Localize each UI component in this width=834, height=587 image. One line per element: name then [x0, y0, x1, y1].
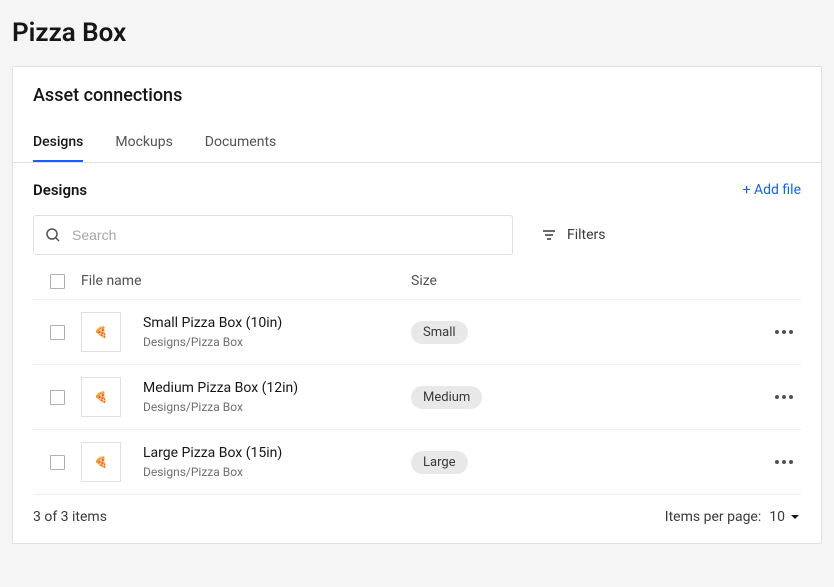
file-path: Designs/Pizza Box: [143, 465, 282, 479]
tab-designs[interactable]: Designs: [33, 124, 83, 162]
search-wrap: [33, 215, 513, 255]
header-size: Size: [411, 273, 671, 289]
add-file-button[interactable]: + Add file: [743, 182, 801, 198]
file-name: Large Pizza Box (15in): [143, 445, 282, 461]
toolbar: Filters: [33, 215, 801, 255]
per-page-control: Items per page: 10: [665, 509, 801, 525]
card-title: Asset connections: [13, 85, 821, 110]
table-header: File name Size: [33, 263, 801, 300]
designs-table: File name Size 🍕 Small Pizza Box (10in) …: [33, 263, 801, 495]
per-page-value: 10: [769, 509, 785, 525]
file-path: Designs/Pizza Box: [143, 335, 282, 349]
table-row: 🍕 Small Pizza Box (10in) Designs/Pizza B…: [33, 300, 801, 365]
file-path: Designs/Pizza Box: [143, 400, 298, 414]
per-page-select[interactable]: 10: [769, 509, 801, 525]
file-thumbnail: 🍕: [81, 377, 121, 417]
file-thumbnail: 🍕: [81, 442, 121, 482]
size-chip: Large: [411, 451, 468, 474]
file-name: Small Pizza Box (10in): [143, 315, 282, 331]
row-more-button[interactable]: [771, 326, 797, 338]
file-name: Medium Pizza Box (12in): [143, 380, 298, 396]
row-more-button[interactable]: [771, 456, 797, 468]
item-count: 3 of 3 items: [33, 509, 107, 525]
tabs-nav: Designs Mockups Documents: [13, 124, 821, 163]
filters-button[interactable]: Filters: [541, 227, 606, 243]
header-file-name: File name: [81, 273, 411, 289]
row-checkbox[interactable]: [50, 325, 65, 340]
section-header: Designs + Add file: [33, 181, 801, 199]
tab-mockups[interactable]: Mockups: [115, 124, 172, 162]
chevron-down-icon: [789, 511, 801, 523]
row-checkbox[interactable]: [50, 455, 65, 470]
table-footer: 3 of 3 items Items per page: 10: [33, 495, 801, 529]
row-more-button[interactable]: [771, 391, 797, 403]
per-page-label: Items per page:: [665, 509, 761, 525]
size-chip: Medium: [411, 386, 482, 409]
filters-label: Filters: [567, 227, 606, 243]
file-thumbnail: 🍕: [81, 312, 121, 352]
tab-documents[interactable]: Documents: [205, 124, 276, 162]
size-chip: Small: [411, 321, 468, 344]
row-checkbox[interactable]: [50, 390, 65, 405]
select-all-checkbox[interactable]: [50, 274, 65, 289]
search-icon: [45, 227, 61, 243]
page-title: Pizza Box: [12, 0, 822, 66]
filter-icon: [541, 227, 557, 243]
designs-section: Designs + Add file Filters File name: [13, 163, 821, 543]
section-title: Designs: [33, 181, 87, 199]
asset-connections-card: Asset connections Designs Mockups Docume…: [12, 66, 822, 544]
table-row: 🍕 Large Pizza Box (15in) Designs/Pizza B…: [33, 430, 801, 495]
search-input[interactable]: [33, 215, 513, 255]
table-row: 🍕 Medium Pizza Box (12in) Designs/Pizza …: [33, 365, 801, 430]
